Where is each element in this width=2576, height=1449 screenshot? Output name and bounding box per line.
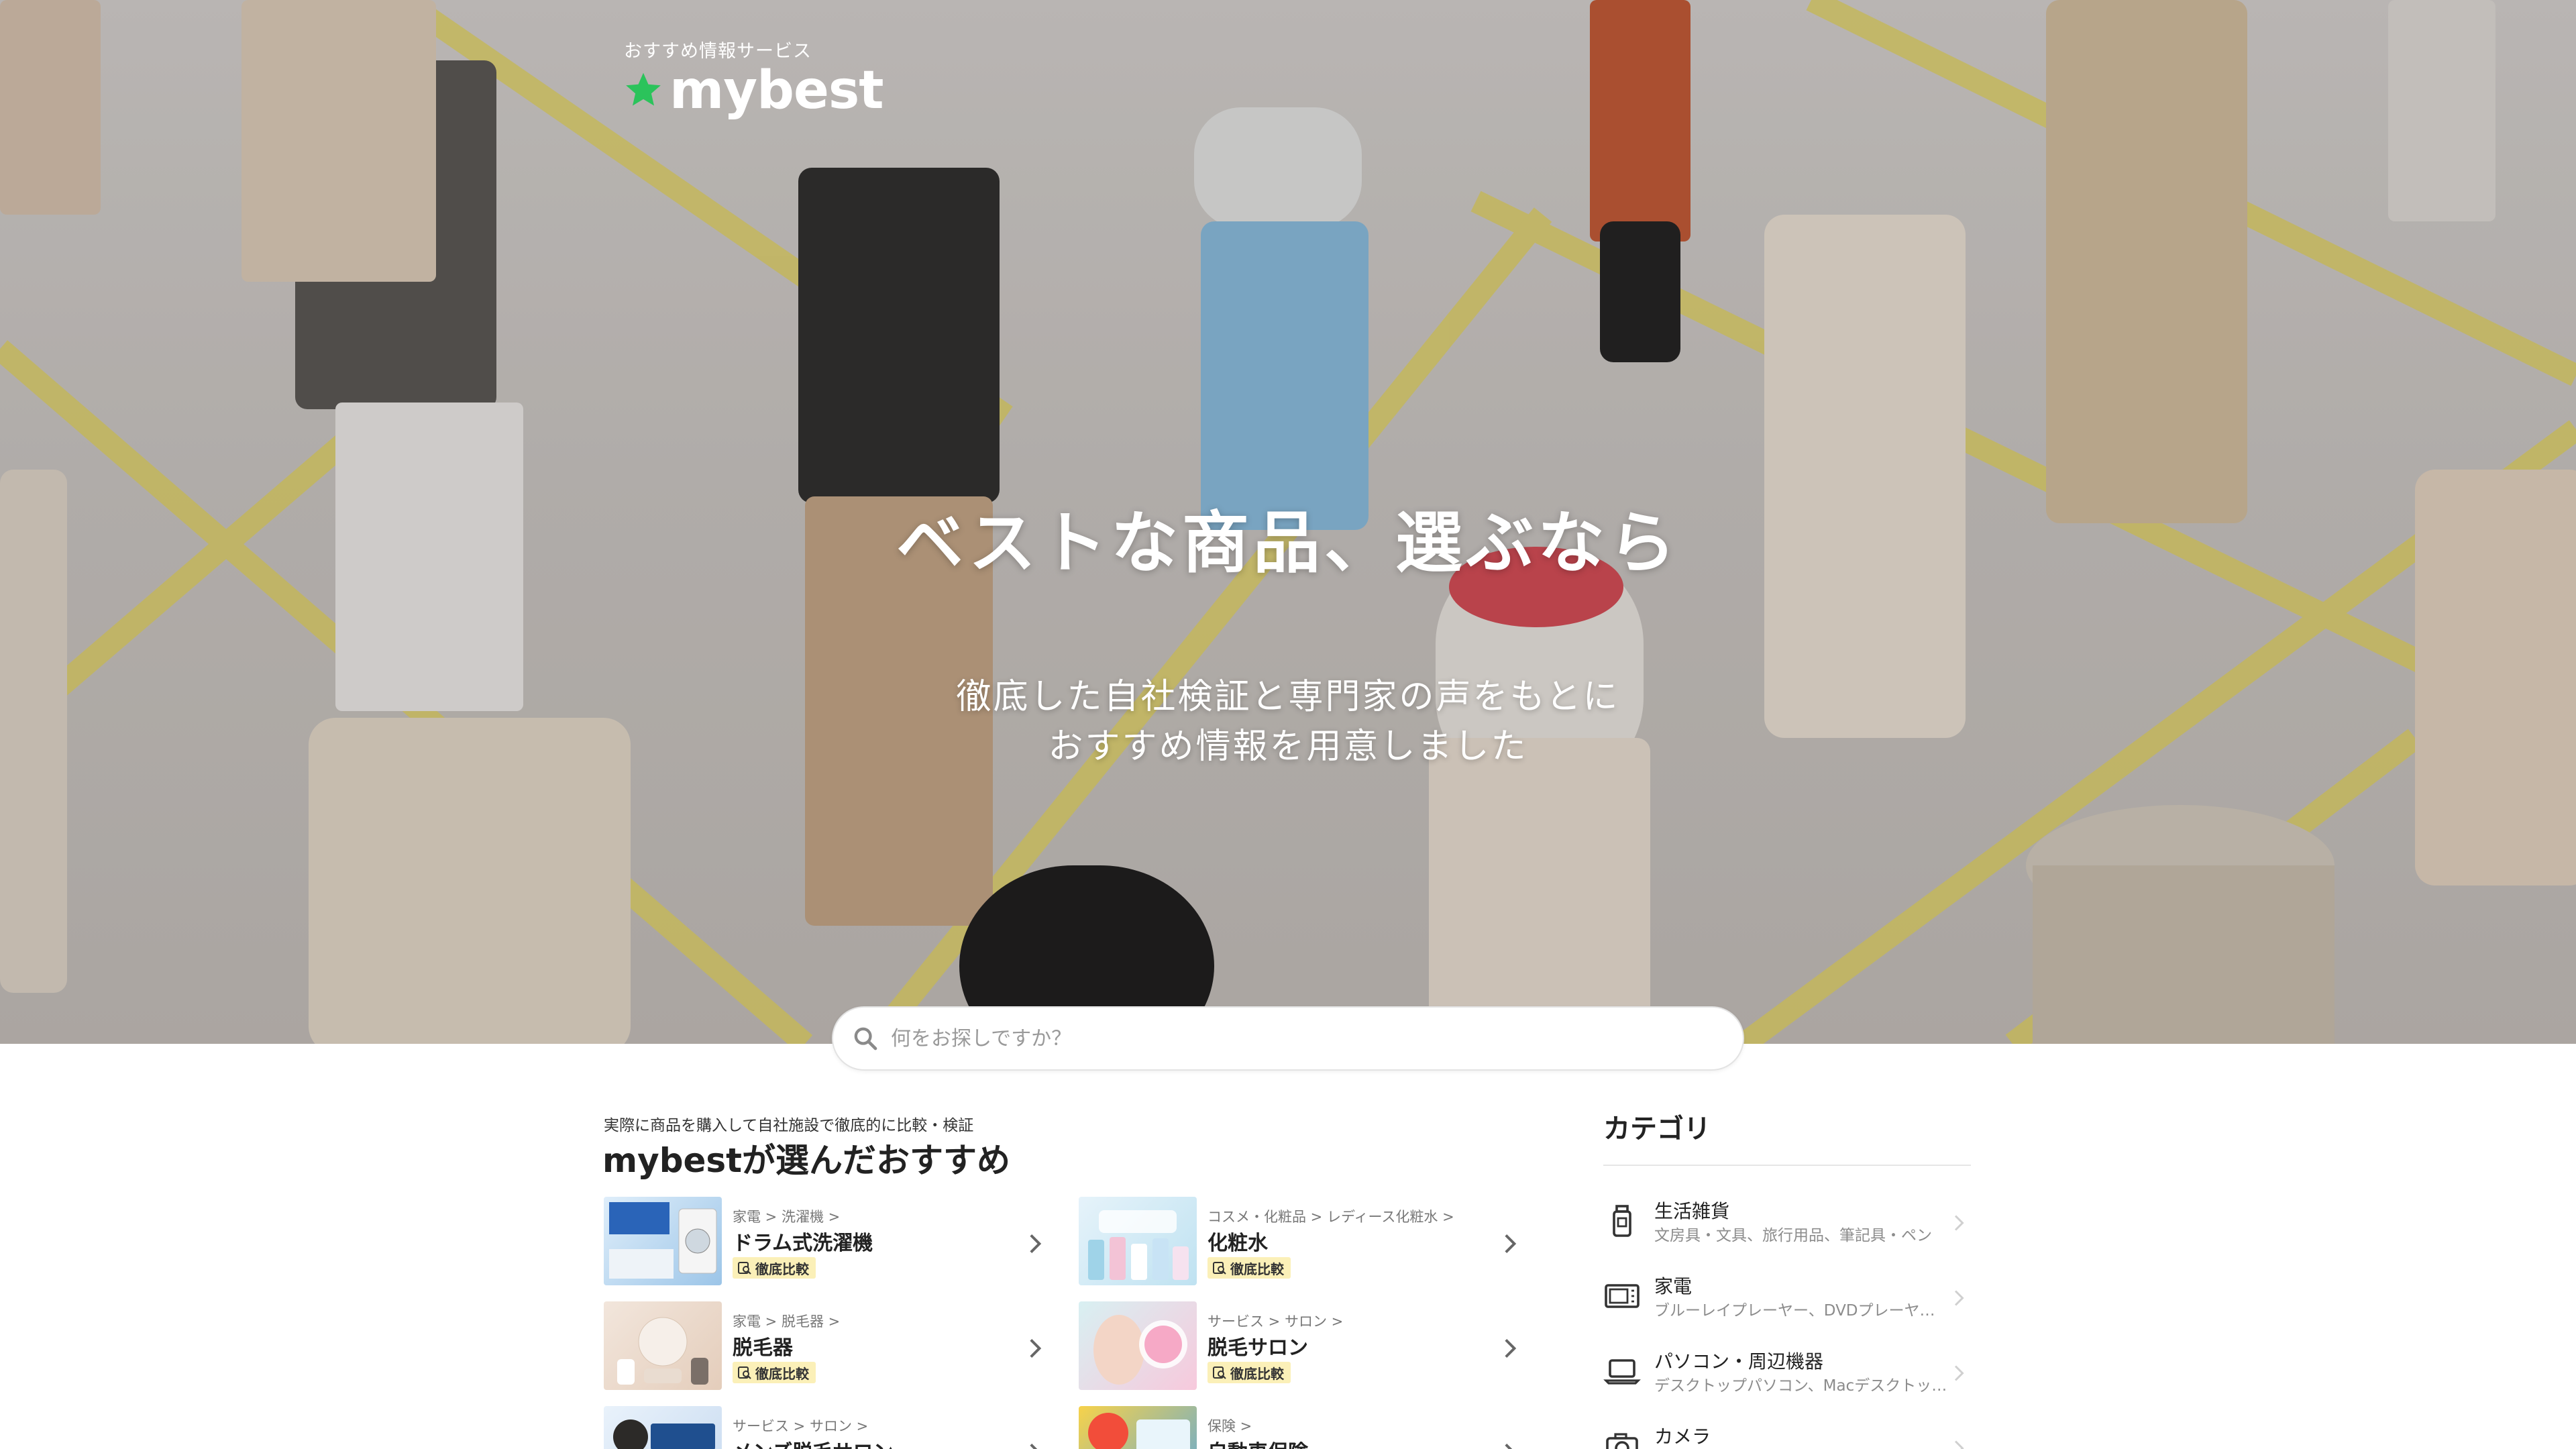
magnifier-badge-icon [1213, 1366, 1226, 1379]
category-description: ブルーレイプレーヤー、DVDプレーヤー… [1654, 1302, 1949, 1320]
chevron-right-icon [1954, 1215, 1964, 1231]
recommendation-thumbnail [604, 1301, 722, 1390]
compare-badge-label: 徹底比較 [1230, 1260, 1284, 1277]
recommendation-breadcrumb[interactable]: サービス > サロン > [1208, 1311, 1343, 1331]
mybest-logo[interactable]: mybest [623, 60, 884, 121]
recommendation-item[interactable]: 家電 > 洗濯機 > ドラム式洗濯機 徹底比較 [604, 1197, 1046, 1291]
compare-badge: 徹底比較 [733, 1257, 816, 1279]
search-icon [854, 1027, 877, 1051]
category-item[interactable]: カメラ [1603, 1417, 1971, 1449]
chevron-right-icon [1954, 1365, 1964, 1381]
hero-section: おすすめ情報サービス mybest ベストな商品、選ぶなら 徹底した自社検証と専… [0, 0, 2576, 1044]
search-bar[interactable] [832, 1006, 1744, 1071]
recommendation-name[interactable]: ドラム式洗濯機 [733, 1226, 873, 1256]
categories-divider [1603, 1165, 1971, 1166]
recommendation-thumbnail [604, 1197, 722, 1285]
chevron-right-icon [1505, 1234, 1517, 1254]
chevron-right-icon [1030, 1338, 1042, 1358]
category-name: 家電 [1654, 1275, 1693, 1297]
categories-title: カテゴリ [1603, 1114, 1711, 1144]
recommendation-breadcrumb[interactable]: 家電 > 洗濯機 > [733, 1206, 840, 1226]
recommendations-title: mybestが選んだおすすめ [602, 1141, 1011, 1180]
compare-badge-label: 徹底比較 [755, 1260, 809, 1277]
compare-badge-label: 徹底比較 [1230, 1365, 1284, 1382]
chevron-right-icon [1954, 1440, 1964, 1449]
hero-subtitle-line2: おすすめ情報を用意しました [1048, 727, 1528, 767]
laptop-icon [1603, 1359, 1641, 1385]
bottle-icon [1613, 1205, 1631, 1237]
recommendation-thumbnail [1079, 1301, 1197, 1390]
recommendation-name[interactable]: メンズ脱毛サロン [733, 1436, 893, 1449]
recommendation-breadcrumb[interactable]: 家電 > 脱毛器 > [733, 1311, 840, 1331]
category-name: パソコン・周辺機器 [1654, 1350, 1824, 1373]
chevron-right-icon [1030, 1234, 1042, 1254]
compare-badge-label: 徹底比較 [755, 1365, 809, 1382]
recommendation-thumbnail [604, 1406, 722, 1449]
chevron-right-icon [1505, 1338, 1517, 1358]
category-name: 生活雑貨 [1654, 1200, 1730, 1222]
magnifier-badge-icon [1213, 1262, 1226, 1275]
recommendation-item[interactable]: コスメ・化粧品 > レディース化粧水 > 化粧水 徹底比較 [1079, 1197, 1521, 1291]
recommendation-item[interactable]: 家電 > 脱毛器 > 脱毛器 徹底比較 [604, 1301, 1046, 1395]
camera-icon [1606, 1433, 1638, 1449]
search-input[interactable] [891, 1026, 1682, 1051]
hero-title: ベストな商品、選ぶなら [896, 503, 1680, 582]
recommendation-breadcrumb[interactable]: コスメ・化粧品 > レディース化粧水 > [1208, 1206, 1454, 1226]
compare-badge: 徹底比較 [1208, 1257, 1291, 1279]
recommendation-item[interactable]: 保険 > 自動車保険 [1079, 1406, 1521, 1449]
microwave-icon [1605, 1284, 1640, 1308]
recommendation-breadcrumb[interactable]: サービス > サロン > [733, 1415, 868, 1436]
magnifier-badge-icon [738, 1366, 751, 1379]
recommendation-item[interactable]: サービス > サロン > メンズ脱毛サロン [604, 1406, 1046, 1449]
category-name: カメラ [1654, 1426, 1711, 1448]
category-item[interactable]: 家電 ブルーレイプレーヤー、DVDプレーヤー… [1603, 1267, 1971, 1334]
recommendation-thumbnail [1079, 1197, 1197, 1285]
category-description: 文房具・文具、旅行用品、筆記具・ペン [1654, 1227, 1932, 1244]
chevron-right-icon [1954, 1290, 1964, 1306]
compare-badge: 徹底比較 [1208, 1362, 1291, 1383]
category-description: デスクトップパソコン、Macデスクトッ… [1654, 1377, 1947, 1395]
hero-subtitle-line1: 徹底した自社検証と専門家の声をもとに [956, 677, 1620, 717]
recommendation-name[interactable]: 脱毛器 [733, 1331, 793, 1360]
logo-wordmark: mybest [669, 60, 884, 121]
recommendation-name[interactable]: 脱毛サロン [1208, 1331, 1308, 1360]
star-icon [626, 72, 661, 106]
compare-badge: 徹底比較 [733, 1362, 816, 1383]
category-item[interactable]: 生活雑貨 文房具・文具、旅行用品、筆記具・ペン [1603, 1191, 1971, 1258]
chevron-right-icon [1030, 1443, 1038, 1449]
chevron-right-icon [1505, 1443, 1513, 1449]
brand-tagline: おすすめ情報サービス [624, 41, 812, 62]
category-item[interactable]: パソコン・周辺機器 デスクトップパソコン、Macデスクトッ… [1603, 1342, 1971, 1409]
magnifier-badge-icon [738, 1262, 751, 1275]
recommendation-name[interactable]: 自動車保険 [1208, 1436, 1308, 1449]
recommendation-breadcrumb[interactable]: 保険 > [1208, 1415, 1252, 1436]
recommendation-name[interactable]: 化粧水 [1208, 1226, 1268, 1256]
recommendation-item[interactable]: サービス > サロン > 脱毛サロン 徹底比較 [1079, 1301, 1521, 1395]
recommendation-thumbnail [1079, 1406, 1197, 1449]
recommendations-subtitle: 実際に商品を購入して自社施設で徹底的に比較・検証 [604, 1117, 974, 1134]
